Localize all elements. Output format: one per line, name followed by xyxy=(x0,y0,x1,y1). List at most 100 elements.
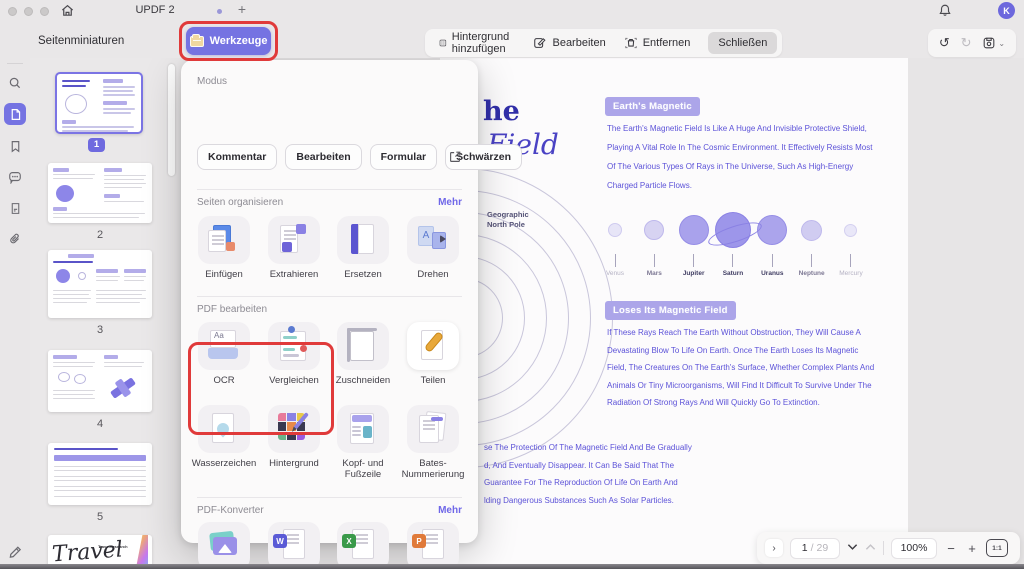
planet-circle xyxy=(801,219,823,241)
thumbnail-preview xyxy=(57,74,141,132)
prev-page-chevron-icon[interactable] xyxy=(865,543,876,553)
tool-ocr[interactable]: Aa OCR xyxy=(189,322,259,386)
close-window-icon[interactable] xyxy=(8,7,17,16)
tool-bild[interactable]: Bild xyxy=(189,522,259,569)
thumbnail-page-2[interactable] xyxy=(48,163,152,223)
tab-title[interactable]: UPDF 2 xyxy=(110,4,200,16)
tab-unsaved-dot xyxy=(217,9,222,14)
tools-button[interactable]: Werkzeuge xyxy=(186,27,271,55)
thumbnails-scrollbar[interactable] xyxy=(168,64,175,176)
redo-icon[interactable]: ↻ xyxy=(961,35,972,51)
tools-folder-icon xyxy=(189,33,204,47)
word-convert-icon: W xyxy=(268,522,320,569)
sidebar-panel-title: Seitenminiaturen xyxy=(38,35,125,47)
page-number: 4 xyxy=(96,418,104,430)
undo-icon[interactable]: ↺ xyxy=(939,35,950,51)
save-button[interactable]: ⌄ xyxy=(982,36,1005,50)
rail-divider xyxy=(7,63,23,64)
zoom-level-input[interactable]: 100% xyxy=(891,537,937,559)
thumbnail-page-4[interactable] xyxy=(48,350,152,412)
zoom-window-icon[interactable] xyxy=(40,7,49,16)
new-tab-button[interactable]: + xyxy=(234,1,250,17)
tool-word[interactable]: W Word xyxy=(259,522,329,569)
add-background-button[interactable]: Hintergrund hinzufügen xyxy=(433,28,521,58)
thumbnail-page-1[interactable] xyxy=(55,72,143,134)
paragraph-2: If These Rays Reach The Earth Without Ob… xyxy=(607,328,875,407)
stamp-signature-icon[interactable] xyxy=(4,540,26,562)
document-background xyxy=(908,58,1024,569)
thumbnails-panel-icon[interactable] xyxy=(4,103,26,125)
tool-bates[interactable]: Bates-Nummerierung xyxy=(398,405,468,480)
page-number: 3 xyxy=(96,324,104,336)
zoom-out-button[interactable]: − xyxy=(944,541,958,556)
header-footer-icon xyxy=(337,405,389,453)
collapse-arrow-icon[interactable]: › xyxy=(765,539,783,557)
planet-circle xyxy=(714,212,751,248)
edit-section-title: PDF bearbeiten xyxy=(197,304,268,315)
actual-size-button[interactable]: 1:1 xyxy=(986,539,1008,557)
comments-icon[interactable] xyxy=(4,166,26,188)
tool-zuschneiden[interactable]: Zuschneiden xyxy=(328,322,398,386)
page-number-badge: 1 xyxy=(88,138,105,152)
open-in-new-window-icon[interactable] xyxy=(448,150,462,169)
attachment-paperclip-icon[interactable] xyxy=(4,228,26,250)
converter-more-link[interactable]: Mehr xyxy=(438,505,462,516)
replace-pages-icon xyxy=(337,216,389,264)
search-icon[interactable] xyxy=(4,72,26,94)
planet-circle xyxy=(608,223,622,237)
tool-wasserzeichen[interactable]: Wasserzeichen xyxy=(189,405,259,469)
pdf-page[interactable]: he Field Geographic North Pole Earth's M… xyxy=(440,58,908,569)
planet-circle xyxy=(678,215,709,245)
page-number-input[interactable]: 1 / 29 xyxy=(790,537,840,559)
organize-more-link[interactable]: Mehr xyxy=(438,197,462,208)
document-info-icon[interactable] xyxy=(4,197,26,219)
minimize-window-icon[interactable] xyxy=(24,7,33,16)
tool-powerpoint[interactable]: P PowerPoint xyxy=(398,522,468,569)
paragraph-1: The Earth's Magnetic Field Is Like A Hug… xyxy=(607,124,873,190)
planets-diagram: Venus Mars Jupiter Saturn Uranus Neptune… xyxy=(596,210,870,277)
page-number: 2 xyxy=(96,229,104,241)
organize-section-title: Seiten organisieren xyxy=(197,197,284,208)
tool-hintergrund[interactable]: Hintergrund xyxy=(259,405,329,469)
checkerboard-icon xyxy=(439,39,447,47)
tool-teilen[interactable]: Teilen xyxy=(398,322,468,386)
planet-neptune: Neptune xyxy=(793,210,831,277)
thumbnail-page-5[interactable] xyxy=(48,443,152,505)
remove-background-button[interactable]: Entfernen xyxy=(618,33,697,53)
notifications-bell-icon[interactable] xyxy=(938,3,952,23)
close-background-mode-button[interactable]: Schließen xyxy=(708,32,778,54)
tool-vergleichen[interactable]: Vergleichen xyxy=(259,322,329,386)
background-actionbar: Hintergrund hinzufügen Bearbeiten Entfer… xyxy=(425,29,782,57)
background-icon xyxy=(268,405,320,453)
mode-bearbeiten-button[interactable]: Bearbeiten xyxy=(285,144,362,170)
paragraph-3-fragment: se The Protection Of The Magnetic Field … xyxy=(484,443,692,505)
zoom-in-button[interactable]: + xyxy=(965,541,979,556)
user-avatar[interactable]: K xyxy=(998,2,1015,19)
thumbnail-preview xyxy=(48,443,152,505)
tool-kopf-fusszeile[interactable]: Kopf- und Fußzeile xyxy=(328,405,398,480)
tool-ersetzen[interactable]: Ersetzen xyxy=(328,216,398,280)
trash-icon xyxy=(624,37,637,49)
tool-drehen[interactable]: A Drehen xyxy=(398,216,468,280)
mode-buttons-row: Kommentar Bearbeiten Formular Schwärzen xyxy=(197,144,523,170)
thumbnail-page-3[interactable] xyxy=(48,250,152,318)
mode-kommentar-button[interactable]: Kommentar xyxy=(197,144,278,170)
home-icon[interactable] xyxy=(60,3,75,23)
footer-divider xyxy=(883,541,884,555)
history-toolbar: ↺ ↻ ⌄ xyxy=(928,29,1016,57)
thumbnail-preview xyxy=(48,163,152,223)
tool-excel[interactable]: X Excel xyxy=(328,522,398,569)
save-chevron-icon: ⌄ xyxy=(998,38,1006,48)
traffic-lights[interactable] xyxy=(8,7,49,16)
ocr-icon: Aa xyxy=(198,322,250,370)
tool-extrahieren[interactable]: Extrahieren xyxy=(259,216,329,280)
powerpoint-convert-icon: P xyxy=(407,522,459,569)
top-toolbar: Seitenminiaturen Werkzeuge Hintergrund h… xyxy=(0,21,1024,61)
mode-formular-button[interactable]: Formular xyxy=(369,144,438,170)
planet-circle xyxy=(644,220,665,240)
next-page-chevron-icon[interactable] xyxy=(847,543,858,553)
page-navigation-bar: › 1 / 29 100% − + 1:1 xyxy=(757,532,1020,564)
tool-einfuegen[interactable]: Einfügen xyxy=(189,216,259,280)
edit-background-button[interactable]: Bearbeiten xyxy=(527,33,611,53)
bookmarks-icon[interactable] xyxy=(4,135,26,157)
